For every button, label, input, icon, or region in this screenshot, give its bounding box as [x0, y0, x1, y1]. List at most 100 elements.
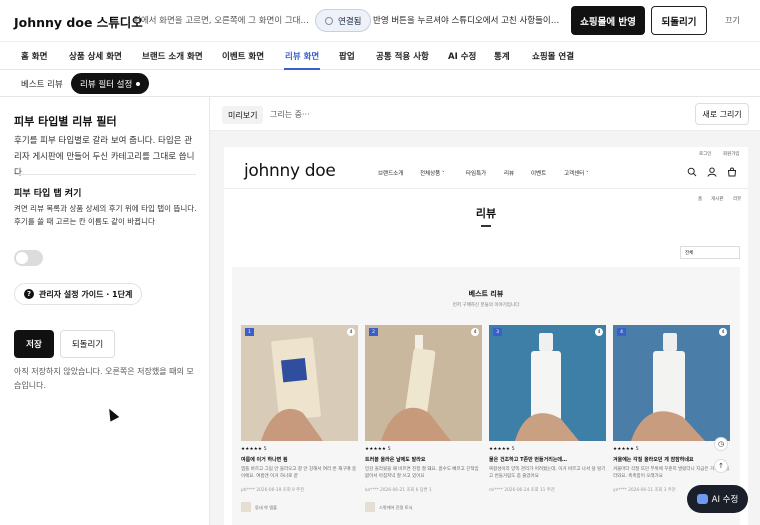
rendering-status: 그리는 중···	[270, 110, 310, 119]
connected-icon	[325, 16, 333, 25]
toner-bottle-photo	[365, 325, 482, 441]
site-login-link[interactable]: 로그인	[699, 151, 711, 157]
review-card[interactable]: 3 4 ★★★★★ 5 물은 건조하고 T존만 번들거리는데… 복합성이라 양쪽…	[489, 325, 606, 525]
site-menu-support[interactable]: 고객센터 ˅	[564, 169, 589, 177]
close-button[interactable]: 끄기	[725, 15, 740, 26]
best-review-subtitle: 먼저 구매하신 분들의 이야기입니다	[452, 303, 520, 308]
photo-count-icon: 4	[347, 328, 355, 336]
tab-popup[interactable]: 팝업	[339, 50, 355, 62]
product-thumb	[365, 502, 375, 512]
save-status: 아직 저장하지 않았습니다. 오른쪽은 저장했을 때의 모습입니다.	[14, 367, 194, 390]
review-body: 복합성이라 양쪽 관리가 어려웠는데, 이거 바르고 나서 덜 땅기고 번들거림…	[489, 467, 606, 479]
rank-badge: 4	[617, 328, 626, 336]
review-photo: 1 4	[241, 325, 358, 441]
ampoule-bottle-photo	[613, 325, 730, 441]
connection-label: 연결됨	[338, 16, 362, 27]
site-menu-timesale[interactable]: 타임특가	[466, 169, 486, 177]
site-menu-event[interactable]: 이벤트	[531, 169, 546, 177]
review-page-title: 리뷰	[475, 207, 497, 220]
help-icon: ?	[24, 289, 34, 299]
review-body: 민감 올라왔을 때 바르면 진정 잘 돼요. 흡수도 빠르고 끈적임 없어서 아…	[365, 467, 479, 479]
mouse-pointer-icon	[104, 406, 120, 422]
history-icon[interactable]: ◷	[714, 437, 728, 451]
review-meta: mi**** 2026-06-24 조회 11 추천	[489, 488, 555, 493]
subtab-review-filter-label: 리뷰 필터 설정	[80, 79, 133, 90]
review-photo: 2 4	[365, 325, 482, 441]
undo-button[interactable]: 되돌리기	[60, 330, 115, 358]
site-menu-brand[interactable]: 브랜드소개	[378, 169, 403, 177]
dropper-bottle-photo	[489, 325, 606, 441]
tab-home[interactable]: 홈 화면	[21, 50, 47, 62]
sort-select-value: 전체	[685, 251, 694, 256]
site-menu-review[interactable]: 리뷰	[504, 169, 514, 177]
rank-badge: 1	[245, 328, 254, 336]
rating-stars: ★★★★★ 5	[613, 447, 639, 452]
crumb-review: 리뷰	[733, 197, 742, 202]
apply-to-store-button[interactable]: 쇼핑몰에 반영	[571, 6, 645, 35]
tab-stats[interactable]: 통계	[494, 50, 510, 62]
rank-badge: 3	[493, 328, 502, 336]
review-body: 앰플 바르고 그림 안 올라오고 향 안 강해서 여러 번 재구매 중이에요. …	[241, 467, 357, 479]
tab-event[interactable]: 이벤트 화면	[222, 50, 264, 62]
review-meta: ka**** 2026-06-21 조회 6 답변 1	[365, 488, 432, 493]
ai-edit-label: AI 수정	[711, 495, 739, 505]
top-bar: Johnny doe 스튜디오 위에서 화면을 고르면, 오른쪽에 그 화면이 …	[0, 0, 760, 42]
unsaved-dot-icon	[136, 81, 141, 86]
tab-review[interactable]: 리뷰 화면	[283, 50, 321, 70]
serum-box-photo	[241, 325, 358, 441]
review-photo: 4 4	[613, 325, 730, 441]
product-thumb	[241, 502, 251, 512]
publish-note: 반영 버튼을 누르셔야 스튜디오에서 고친 사항들이 실제로 적용돼요	[373, 16, 561, 26]
crumb-board[interactable]: 게시판	[711, 196, 723, 202]
rank-badge: 2	[369, 328, 378, 336]
cart-icon[interactable]	[727, 167, 737, 177]
tab-brand[interactable]: 브랜드 소개 화면	[142, 50, 203, 62]
redraw-button[interactable]: 새로 그리기	[695, 103, 749, 125]
settings-panel: 피부 타입별 리뷰 필터 후기를 피부 타입별로 갈라 보여 줍니다. 타입은 …	[0, 97, 210, 525]
review-card[interactable]: 1 4 ★★★★★ 5 여름에 이거 하나면 됨 앰플 바르고 그림 안 올라오…	[241, 325, 358, 525]
tab-ai-edit[interactable]: AI 수정	[448, 50, 476, 62]
sort-select[interactable]: 전체	[680, 246, 740, 259]
user-icon[interactable]	[707, 167, 717, 177]
skin-type-tab-toggle[interactable]	[14, 250, 43, 266]
tab-store-connect[interactable]: 쇼핑몰 연결	[532, 50, 574, 62]
site-signup-link[interactable]: 회원가입	[723, 151, 740, 157]
review-card[interactable]: 2 4 ★★★★★ 5 트러블 올라온 날에도 발라요 민감 올라왔을 때 바르…	[365, 325, 482, 525]
site-menu-products[interactable]: 전체상품 ˅	[420, 169, 445, 177]
screen-select-hint: 위에서 화면을 고르면, 오른쪽에 그 화면이 그대로 보여요	[133, 16, 309, 26]
review-title: 여름에 이거 하나면 됨	[241, 457, 288, 463]
revert-button[interactable]: 되돌리기	[651, 6, 707, 35]
admin-guide-button[interactable]: ? 관리자 설정 가이드 · 1단계	[14, 283, 143, 305]
screen-tabs: 홈 화면 상품 상세 화면 브랜드 소개 화면 이벤트 화면 리뷰 화면 팝업 …	[0, 42, 760, 70]
panel-title: 피부 타입별 리뷰 필터	[14, 115, 117, 128]
toggle-title: 피부 타입 탭 켜기	[14, 189, 82, 199]
subtab-review-filter[interactable]: 리뷰 필터 설정	[71, 73, 150, 94]
tab-product-detail[interactable]: 상품 상세 화면	[69, 50, 122, 62]
photo-count-icon: 4	[595, 328, 603, 336]
title-underline	[481, 225, 491, 227]
review-title: 물은 건조하고 T존만 번들거리는데…	[489, 457, 568, 463]
ai-edit-button[interactable]: AI 수정	[687, 485, 748, 513]
best-review-section: 베스트 리뷰 먼저 구매하신 분들의 이야기입니다 1 4 ★★★★★ 5 여름…	[232, 267, 740, 525]
review-body: 겨울마다 각질 뜨던 부위에 꾸준히 발랐더니 지금은 거의 안 올라와요. 촉…	[613, 467, 730, 479]
scroll-top-icon[interactable]: ↑	[714, 459, 728, 473]
photo-count-icon: 4	[719, 328, 727, 336]
tab-common[interactable]: 공통 적용 사항	[376, 50, 429, 62]
search-icon[interactable]	[687, 167, 697, 177]
preview-toolbar: 미리보기 그리는 중··· 새로 그리기	[210, 97, 760, 131]
review-title: 겨울에는 각질 올라오던 게 잠잠하네요	[613, 457, 694, 463]
photo-count-icon: 4	[471, 328, 479, 336]
preview-tab[interactable]: 미리보기	[222, 106, 264, 124]
review-product[interactable]: 스팟케어 진정 토닉	[379, 505, 412, 511]
crumb-home[interactable]: 홈	[698, 196, 702, 202]
ai-bot-icon	[696, 494, 708, 504]
best-review-title: 베스트 리뷰	[468, 290, 504, 298]
subtab-best-review[interactable]: 베스트 리뷰	[21, 78, 63, 90]
site-logo[interactable]: johnny doe	[244, 161, 336, 181]
rating-stars: ★★★★★ 5	[241, 447, 267, 452]
review-photo: 3 4	[489, 325, 606, 441]
save-button[interactable]: 저장	[14, 330, 54, 358]
site-header-divider	[224, 188, 748, 189]
review-product[interactable]: 동네 약 앰플	[255, 505, 277, 511]
review-meta: ye**** 2026-06-11 조회 3 추천	[613, 488, 676, 493]
